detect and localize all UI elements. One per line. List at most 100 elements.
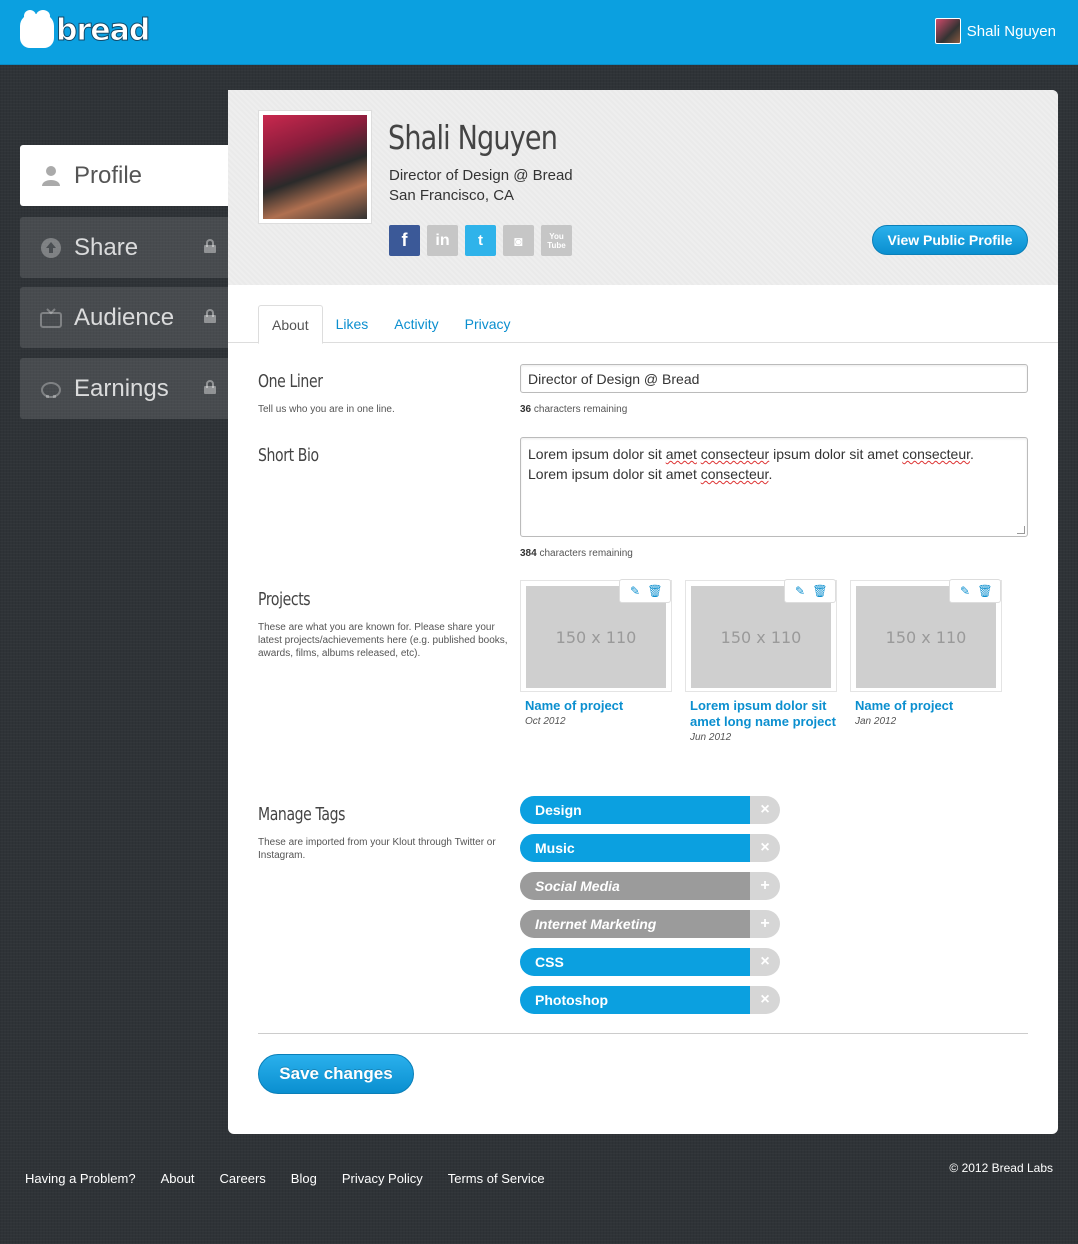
top-bar: bread Shali Nguyen [0,0,1078,65]
sidebar-item-share[interactable]: Share [20,217,230,278]
view-public-profile-button[interactable]: View Public Profile [872,225,1028,255]
lock-icon [204,239,216,253]
one-liner-title: One Liner [258,371,323,392]
form-divider [258,1033,1028,1034]
sidebar-item-label: Audience [74,303,175,331]
tag-label: Music [520,834,750,862]
lock-icon [204,380,216,394]
project-date: Oct 2012 [525,716,566,727]
piggy-bank-icon [40,378,62,400]
edit-icon[interactable]: ✎ [794,585,806,597]
tag-item: CSS × [520,948,780,976]
short-bio-remaining: 384 characters remaining [520,548,633,559]
footer-link-blog[interactable]: Blog [291,1171,317,1186]
project-date: Jan 2012 [855,716,897,727]
user-name: Shali Nguyen [966,22,1056,40]
project-card: 150 x 110 ✎ 🗑 Name of project Jan 2012 [850,579,1002,727]
tags-desc: These are imported from your Klout throu… [258,837,496,861]
remove-tag-icon[interactable]: × [750,986,780,1014]
tag-item: Social Media + [520,872,780,900]
profile-tabs: About Likes Activity Privacy [258,305,524,344]
projects-desc: These are what you are known for. Please… [258,622,508,659]
profile-location: San Francisco, CA [389,187,515,204]
project-thumbnail[interactable]: 150 x 110 ✎ 🗑 [685,579,837,692]
sidebar-item-profile[interactable]: Profile [20,145,230,206]
footer-links: Having a Problem? About Careers Blog Pri… [25,1171,545,1186]
facebook-icon[interactable]: f [389,225,420,256]
person-icon [40,165,62,187]
trash-icon[interactable]: 🗑 [812,585,827,597]
profile-role: Director of Design @ Bread [389,167,573,184]
tab-privacy[interactable]: Privacy [452,305,524,343]
add-tag-icon[interactable]: + [750,910,780,938]
tag-item: Internet Marketing + [520,910,780,938]
add-tag-icon[interactable]: + [750,872,780,900]
sidebar-item-audience[interactable]: Audience [20,287,230,348]
social-links: f in t ◙ You Tube [389,225,572,256]
tags-title: Manage Tags [258,804,346,825]
remove-tag-icon[interactable]: × [750,948,780,976]
project-name[interactable]: Name of project [855,698,1002,714]
twitter-icon[interactable]: t [465,225,496,256]
tag-label: Internet Marketing [520,910,750,938]
tag-item: Photoshop × [520,986,780,1014]
project-actions: ✎ 🗑 [619,579,671,603]
short-bio-remaining-count: 384 [520,548,537,559]
tag-label: Photoshop [520,986,750,1014]
remove-tag-icon[interactable]: × [750,796,780,824]
user-menu[interactable]: Shali Nguyen [934,18,1056,44]
trash-icon[interactable]: 🗑 [647,585,662,597]
projects-title: Projects [258,589,311,610]
project-date: Jun 2012 [690,732,732,743]
project-actions: ✎ 🗑 [784,579,836,603]
tv-icon [40,307,62,329]
project-name[interactable]: Lorem ipsum dolor sit amet long name pro… [690,698,837,730]
one-liner-value: Director of Design @ Bread [528,370,700,387]
bread-logo[interactable]: bread [20,10,151,50]
footer-link-terms[interactable]: Terms of Service [448,1171,545,1186]
profile-photo[interactable] [258,110,372,224]
sidebar-item-label: Profile [74,161,143,189]
tag-label: Social Media [520,872,750,900]
remove-tag-icon[interactable]: × [750,834,780,862]
tab-likes[interactable]: Likes [323,305,382,343]
one-liner-input[interactable]: Director of Design @ Bread [520,364,1028,393]
project-thumbnail[interactable]: 150 x 110 ✎ 🗑 [520,579,672,692]
edit-icon[interactable]: ✎ [629,585,641,597]
footer-link-privacy[interactable]: Privacy Policy [342,1171,423,1186]
resize-handle[interactable] [1017,526,1025,534]
tag-label: Design [520,796,750,824]
project-card: 150 x 110 ✎ 🗑 Lorem ipsum dolor sit amet… [685,579,837,743]
profile-name: Shali Nguyen [388,118,558,157]
profile-header: Shali Nguyen Director of Design @ Bread … [228,90,1058,285]
upload-icon [40,237,62,259]
tab-activity[interactable]: Activity [381,305,451,343]
save-changes-button[interactable]: Save changes [258,1054,414,1094]
short-bio-textarea[interactable]: Lorem ipsum dolor sit amet consecteur ip… [520,437,1028,537]
tag-item: Design × [520,796,780,824]
trash-icon[interactable]: 🗑 [977,585,992,597]
short-bio-title: Short Bio [258,445,319,466]
footer-link-about[interactable]: About [161,1171,195,1186]
bread-logo-icon [20,10,54,48]
project-thumbnail[interactable]: 150 x 110 ✎ 🗑 [850,579,1002,692]
edit-icon[interactable]: ✎ [959,585,971,597]
short-bio-line-2: Lorem ipsum dolor sit amet consecteur. [528,466,773,482]
project-name[interactable]: Name of project [525,698,672,714]
footer-link-careers[interactable]: Careers [220,1171,266,1186]
one-liner-desc: Tell us who you are in one line. [258,404,395,415]
tab-about[interactable]: About [258,305,323,344]
linkedin-icon[interactable]: in [427,225,458,256]
short-bio-remaining-text: characters remaining [539,548,633,559]
youtube-icon[interactable]: You Tube [541,225,572,256]
footer-link-problem[interactable]: Having a Problem? [25,1171,136,1186]
instagram-icon[interactable]: ◙ [503,225,534,256]
profile-card: Shali Nguyen Director of Design @ Bread … [228,90,1058,1134]
one-liner-remaining-count: 36 [520,404,532,415]
sidebar-item-label: Earnings [74,374,169,402]
lock-icon [204,309,216,323]
tabs-divider [228,342,1058,343]
sidebar-item-earnings[interactable]: Earnings [20,358,230,419]
avatar [934,18,961,44]
short-bio-line-1: Lorem ipsum dolor sit amet consecteur ip… [528,446,974,462]
